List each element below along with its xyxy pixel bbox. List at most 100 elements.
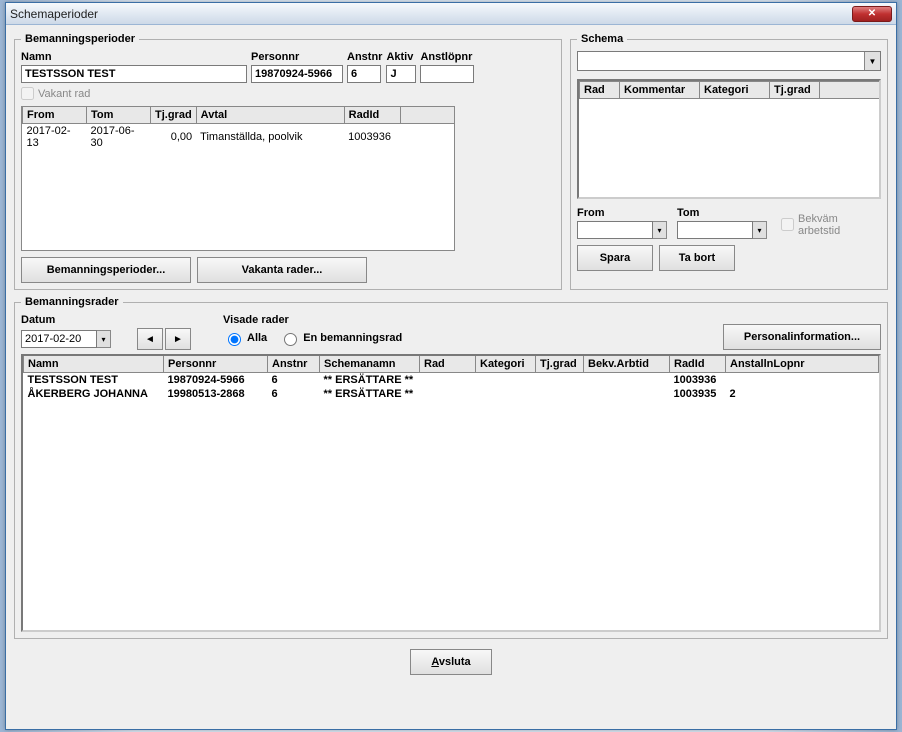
col-schemanamn[interactable]: Schemanamn bbox=[320, 356, 420, 373]
prev-button[interactable]: ◄ bbox=[137, 328, 163, 350]
col-rad[interactable]: Rad bbox=[420, 356, 476, 373]
cell-avtal: Timanställda, poolvik bbox=[196, 124, 344, 151]
col-tom[interactable]: Tom bbox=[87, 107, 151, 124]
col-blank bbox=[400, 107, 454, 124]
anstnr-input[interactable] bbox=[347, 65, 381, 83]
schema-from-input[interactable] bbox=[577, 221, 653, 239]
table-row[interactable]: ÅKERBERG JOHANNA 19980513-2868 6 ** ERSÄ… bbox=[24, 387, 879, 401]
vakanta-rader-button[interactable]: Vakanta rader... bbox=[197, 257, 367, 283]
col-blank bbox=[820, 82, 880, 99]
personnr-label: Personnr bbox=[251, 51, 343, 63]
cell: 2 bbox=[726, 387, 879, 401]
radio-en-label: En bemanningsrad bbox=[303, 332, 402, 344]
cell-tjgrad: 0,00 bbox=[151, 124, 197, 151]
col-rad[interactable]: Rad bbox=[580, 82, 620, 99]
cell: ** ERSÄTTARE ** bbox=[320, 373, 420, 388]
col-radid[interactable]: RadId bbox=[344, 107, 400, 124]
table-row[interactable]: 2017-02-13 2017-06-30 0,00 Timanställda,… bbox=[23, 124, 455, 151]
col-avtal[interactable]: Avtal bbox=[196, 107, 344, 124]
col-personnr[interactable]: Personnr bbox=[164, 356, 268, 373]
close-button[interactable]: ✕ bbox=[852, 6, 892, 22]
chevron-down-icon[interactable]: ▾ bbox=[753, 221, 767, 239]
radio-alla-input[interactable] bbox=[228, 333, 241, 346]
schema-table[interactable]: Rad Kommentar Kategori Tj.grad bbox=[579, 81, 879, 99]
bekvam-label: Bekväm arbetstid bbox=[798, 213, 881, 237]
next-button[interactable]: ► bbox=[165, 328, 191, 350]
avsluta-button[interactable]: Avsluta bbox=[410, 649, 491, 675]
aktiv-input[interactable] bbox=[386, 65, 416, 83]
radio-alla[interactable]: Alla bbox=[223, 330, 267, 346]
col-tjgrad[interactable]: Tj.grad bbox=[770, 82, 820, 99]
schema-dropdown-value bbox=[578, 52, 864, 70]
cell-radid: 1003936 bbox=[344, 124, 400, 151]
anstlopnr-label: Anstlöpnr bbox=[420, 51, 474, 63]
chevron-down-icon[interactable]: ▾ bbox=[653, 221, 667, 239]
rader-grid-container: Namn Personnr Anstnr Schemanamn Rad Kate… bbox=[21, 354, 881, 632]
col-radid[interactable]: RadId bbox=[670, 356, 726, 373]
cell: 6 bbox=[268, 373, 320, 388]
col-kommentar[interactable]: Kommentar bbox=[620, 82, 700, 99]
bemanningsperioder-group: Bemanningsperioder Namn Personnr Anstnr bbox=[14, 33, 562, 290]
cell: 1003936 bbox=[670, 373, 726, 388]
cell bbox=[536, 373, 584, 388]
col-tjgrad[interactable]: Tj.grad bbox=[536, 356, 584, 373]
cell bbox=[536, 387, 584, 401]
col-from[interactable]: From bbox=[23, 107, 87, 124]
col-bekvarbtid[interactable]: Bekv.Arbtid bbox=[584, 356, 670, 373]
datum-input[interactable] bbox=[21, 330, 97, 348]
cell: ÅKERBERG JOHANNA bbox=[24, 387, 164, 401]
tabort-button[interactable]: Ta bort bbox=[659, 245, 735, 271]
cell bbox=[420, 387, 476, 401]
cell bbox=[584, 387, 670, 401]
schema-group: Schema ▼ Rad Kommentar Kategori Tj.grad bbox=[570, 33, 888, 290]
spara-button[interactable]: Spara bbox=[577, 245, 653, 271]
radio-alla-label: Alla bbox=[247, 332, 267, 344]
namn-input[interactable] bbox=[21, 65, 247, 83]
radio-en[interactable]: En bemanningsrad bbox=[279, 330, 402, 346]
anstlopnr-input[interactable] bbox=[420, 65, 474, 83]
bemanningsrader-group: Bemanningsrader Datum ▾ ◄ ► Visa bbox=[14, 296, 888, 639]
schema-from-label: From bbox=[577, 207, 667, 219]
cell: 19980513-2868 bbox=[164, 387, 268, 401]
schema-dropdown[interactable]: ▼ bbox=[577, 51, 881, 71]
col-kategori[interactable]: Kategori bbox=[476, 356, 536, 373]
col-namn[interactable]: Namn bbox=[24, 356, 164, 373]
cell-tom: 2017-06-30 bbox=[87, 124, 151, 151]
cell: 1003935 bbox=[670, 387, 726, 401]
personnr-input[interactable] bbox=[251, 65, 343, 83]
cell-from: 2017-02-13 bbox=[23, 124, 87, 151]
col-tjgrad[interactable]: Tj.grad bbox=[151, 107, 197, 124]
col-anstnr[interactable]: Anstnr bbox=[268, 356, 320, 373]
col-anstallnlopnr[interactable]: AnstallnLopnr bbox=[726, 356, 879, 373]
datum-label: Datum bbox=[21, 314, 191, 326]
chevron-down-icon[interactable]: ▾ bbox=[97, 330, 111, 348]
cell bbox=[726, 373, 879, 388]
vakant-label: Vakant rad bbox=[38, 88, 90, 100]
cell: 19870924-5966 bbox=[164, 373, 268, 388]
dialog-window: Schemaperioder ✕ Bemanningsperioder Namn… bbox=[5, 2, 897, 730]
bemanning-grid-container: From Tom Tj.grad Avtal RadId 2017-02-13 … bbox=[21, 106, 455, 251]
chevron-right-icon: ► bbox=[173, 334, 183, 345]
cell bbox=[476, 387, 536, 401]
aktiv-label: Aktiv bbox=[386, 51, 416, 63]
chevron-left-icon: ◄ bbox=[145, 334, 155, 345]
cell: 6 bbox=[268, 387, 320, 401]
bemanningsrader-legend: Bemanningsrader bbox=[21, 296, 123, 308]
rader-table[interactable]: Namn Personnr Anstnr Schemanamn Rad Kate… bbox=[23, 356, 879, 401]
radio-en-input[interactable] bbox=[284, 333, 297, 346]
cell bbox=[476, 373, 536, 388]
cell bbox=[584, 373, 670, 388]
bemanning-table[interactable]: From Tom Tj.grad Avtal RadId 2017-02-13 … bbox=[22, 107, 454, 150]
cell bbox=[420, 373, 476, 388]
table-row[interactable]: TESTSSON TEST 19870924-5966 6 ** ERSÄTTA… bbox=[24, 373, 879, 388]
col-kategori[interactable]: Kategori bbox=[700, 82, 770, 99]
schema-legend: Schema bbox=[577, 33, 627, 45]
personalinformation-button[interactable]: Personalinformation... bbox=[723, 324, 881, 350]
schema-tom-input[interactable] bbox=[677, 221, 753, 239]
cell: TESTSSON TEST bbox=[24, 373, 164, 388]
content-area: Bemanningsperioder Namn Personnr Anstnr bbox=[6, 25, 896, 729]
chevron-down-icon: ▼ bbox=[864, 52, 880, 70]
bemanningsperioder-button[interactable]: Bemanningsperioder... bbox=[21, 257, 191, 283]
bekvam-checkbox bbox=[781, 218, 794, 231]
schema-grid-container: Rad Kommentar Kategori Tj.grad bbox=[577, 79, 881, 199]
